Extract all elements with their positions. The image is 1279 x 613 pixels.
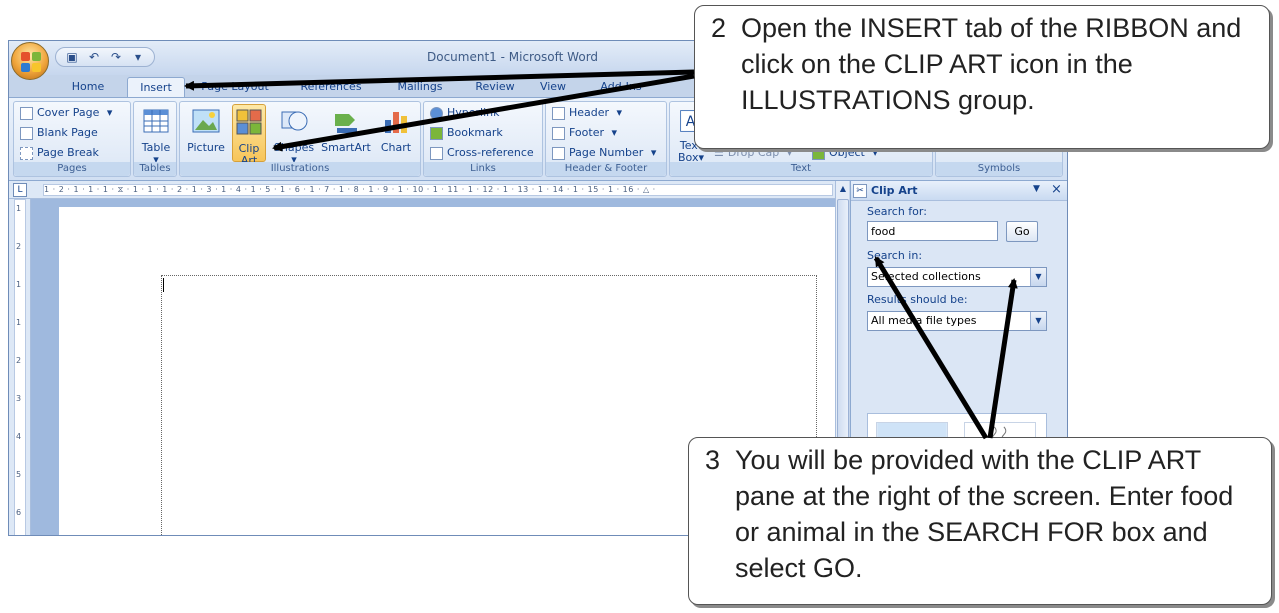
tab-mailings[interactable]: Mailings [385,77,455,97]
step-3-callout: 3 You will be provided with the CLIP ART… [688,437,1272,605]
clip-art-pane-icon: ✂ [853,184,867,198]
pages-group: Cover Page ▾ Blank Page Page Break Pages [13,101,131,177]
page-number-icon [552,146,565,160]
redo-icon[interactable]: ↷ [108,49,124,65]
tab-references[interactable]: References [289,77,373,97]
step-3-text: You will be provided with the CLIP ART p… [735,445,1234,583]
step-2-callout: 2 Open the INSERT tab of the RIBBON and … [694,5,1270,149]
symbols-group-label: Symbols [936,162,1062,176]
step-2-number: 2 [711,13,727,43]
links-group-label: Links [424,162,542,176]
shapes-button[interactable]: Shapes ▾ [272,106,316,166]
tab-add-ins[interactable]: Add-Ins [589,77,653,97]
window-title: Document1 - Microsoft Word [427,50,599,64]
search-in-label: Search in: [867,249,923,262]
search-in-dropdown[interactable]: Selected collections ▼ [867,267,1047,287]
tab-review[interactable]: Review [465,77,525,97]
close-icon[interactable]: × [1051,182,1062,197]
results-should-be-label: Results should be: [867,293,968,306]
smartart-button[interactable]: SmartArt [320,106,372,154]
chart-button[interactable]: Chart [376,106,416,154]
table-icon [143,109,169,133]
search-for-label: Search for: [867,205,927,218]
save-icon[interactable]: ▣ [64,49,80,65]
pane-menu-icon[interactable]: ▼ [1033,184,1040,194]
header-button[interactable]: Header ▾ [552,104,622,122]
results-type-dropdown[interactable]: All media file types ▼ [867,311,1047,331]
pages-group-label: Pages [14,162,130,176]
cross-reference-icon [430,146,443,160]
bookmark-button[interactable]: Bookmark [430,124,503,142]
text-cursor [163,278,164,292]
step-2-text: Open the INSERT tab of the RIBBON and cl… [741,13,1242,115]
horizontal-ruler: L 1 · 2 · 1 · 1 · 1 · ⧖ · 1 · 1 · 1 · 2 … [9,181,835,199]
quick-access-toolbar: ▣ ↶ ↷ ▾ [55,47,155,67]
blank-page-button[interactable]: Blank Page [20,124,98,142]
picture-button[interactable]: Picture [186,106,226,154]
bookmark-icon [430,126,443,140]
illustrations-group: Picture Clip Art Shapes ▾ SmartArt Chart… [179,101,421,177]
smartart-icon [335,114,357,133]
step-3-number: 3 [705,445,721,475]
hyperlink-button[interactable]: Hyperlink [430,104,500,122]
footer-button[interactable]: Footer ▾ [552,124,617,142]
office-logo-icon [21,52,41,72]
text-group-label: Text [670,162,932,176]
cross-reference-button[interactable]: Cross-reference [430,144,534,162]
search-for-input[interactable] [867,221,998,241]
page-break-icon [20,146,33,160]
tab-selector[interactable]: L [13,183,27,197]
ruler-ticks[interactable]: 1 · 2 · 1 · 1 · 1 · ⧖ · 1 · 1 · 1 · 2 · … [43,184,833,196]
chart-icon [385,112,407,133]
scroll-up-icon[interactable]: ▲ [837,183,849,195]
clip-art-pane-header: ✂ Clip Art ▼ × [851,181,1067,201]
table-button[interactable]: Table ▾ [138,106,174,166]
tables-group: Table ▾ Tables [133,101,177,177]
customize-qat-icon[interactable]: ▾ [130,49,146,65]
page-break-button[interactable]: Page Break [20,144,99,162]
picture-icon [192,109,220,133]
header-footer-group-label: Header & Footer [546,162,666,176]
blank-page-icon [20,126,33,140]
tables-group-label: Tables [134,162,176,176]
clip-art-pane-title: Clip Art [871,184,918,197]
undo-icon[interactable]: ↶ [86,49,102,65]
hyperlink-icon [430,106,443,120]
links-group: Hyperlink Bookmark Cross-reference Links [423,101,543,177]
go-button[interactable]: Go [1006,221,1038,242]
chevron-down-icon[interactable]: ▼ [1030,268,1046,286]
page-number-button[interactable]: Page Number ▾ [552,144,656,162]
clip-art-icon [236,109,262,135]
vertical-ruler-track[interactable]: 1 2 1 1 2 3 4 5 6 [14,199,26,535]
footer-icon [552,126,565,140]
cover-page-button[interactable]: Cover Page ▾ [20,104,112,122]
clip-art-button[interactable]: Clip Art [232,104,266,167]
vertical-ruler: 1 2 1 1 2 3 4 5 6 [9,199,31,535]
tab-view[interactable]: View [529,77,577,97]
tab-page-layout[interactable]: Page Layout [193,77,277,97]
office-button[interactable] [11,42,49,80]
header-footer-group: Header ▾ Footer ▾ Page Number ▾ Header &… [545,101,667,177]
illustrations-group-label: Illustrations [180,162,420,176]
header-icon [552,106,565,120]
cover-page-icon [20,106,33,120]
shapes-icon [281,111,308,131]
tab-insert[interactable]: Insert [127,77,185,97]
tab-home[interactable]: Home [57,77,119,97]
chevron-down-icon[interactable]: ▼ [1030,312,1046,330]
